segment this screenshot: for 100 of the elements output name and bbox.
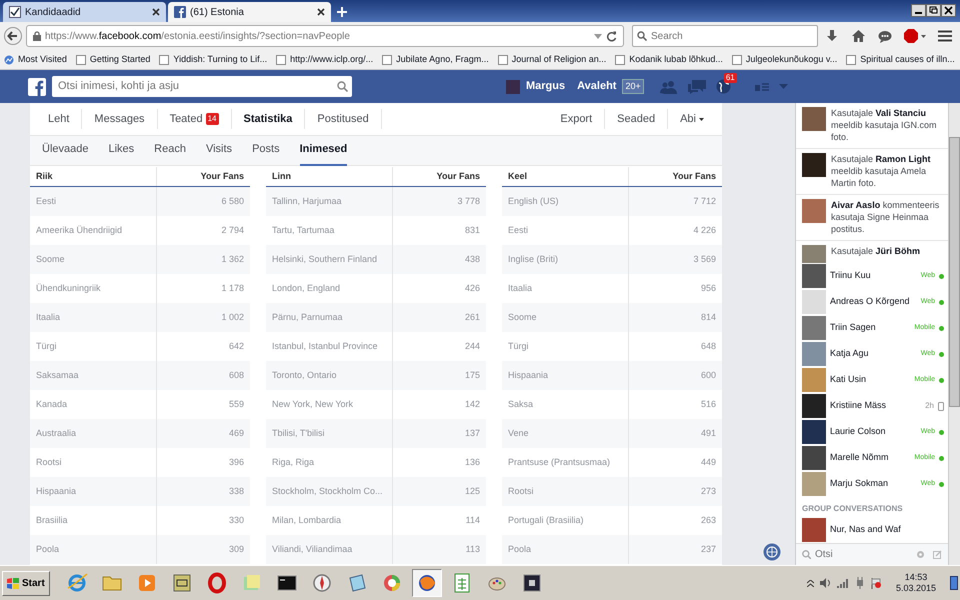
browser-tab[interactable]: (61) Estonia [168,2,331,22]
table-cell: Hispaania [30,477,157,506]
sub-tab[interactable]: Ülevaade [42,136,88,166]
search-input[interactable]: Otsi inimesi, kohti ja asju [58,78,337,95]
chat-bubble-icon[interactable] [878,30,892,42]
status-label: 2h [925,400,934,412]
bookmark-item[interactable]: Yiddish: Turning to Lif... [159,52,268,66]
group-conversation[interactable]: Nur, Nas and Waf [796,517,948,543]
scrollbar-thumb[interactable] [949,137,960,407]
window-icon [520,572,543,594]
sub-tab[interactable]: Reach [154,136,186,166]
column-header[interactable]: Your Fans [157,167,250,186]
chat-search-field[interactable]: Otsi [796,543,948,565]
sub-tab[interactable]: Visits [206,136,232,166]
table-cell: Soome [30,245,157,274]
speaker-icon[interactable] [820,578,831,588]
reload-icon[interactable] [606,30,617,42]
table-cell-text: 608 [228,368,245,382]
activity-text[interactable]: Kasutajale Ramon Light meeldib kasutaja Amela Martin foto. [831,153,944,190]
show-desktop-icon[interactable] [950,576,958,590]
facebook-f-icon[interactable] [28,78,46,96]
photo-placeholder [802,107,826,131]
page-icon [276,54,286,64]
phone-icon [938,402,944,410]
address-field[interactable]: https://www.facebook.com/estonia.eesti/insights/?section=navPeople [26,25,624,47]
page-tab[interactable]: Statistika [232,109,306,129]
page-link[interactable]: Export [548,109,606,129]
menu-icon[interactable] [938,30,952,42]
close-icon[interactable] [152,8,160,16]
search-field[interactable]: Otsi inimesi, kohti ja asju [52,76,352,97]
download-icon[interactable] [825,29,839,43]
table-cell: Helsinki, Southern Finland [266,245,393,274]
taskbar-app[interactable] [412,569,442,597]
chat-contact[interactable]: Kristiine Mäss 2h [796,393,948,419]
search-icon [637,31,647,41]
table-cell: Poola [30,535,157,564]
column-header[interactable]: Keel [502,167,629,186]
bookmark-item[interactable]: Jubilate Agno, Fragm... [382,52,489,66]
close-icon[interactable] [941,4,956,17]
bookmark-item[interactable]: http://www.iclp.org/... [276,52,374,66]
tab-title: Kandidaadid [25,6,82,20]
search-field[interactable]: Search [632,25,818,47]
column-header[interactable]: Riik [30,167,157,186]
bookmark-item[interactable]: Journal of Religion an... [498,52,606,66]
minimize-icon[interactable] [911,4,926,17]
sub-tab[interactable]: Posts [252,136,280,166]
photo-placeholder [802,316,826,340]
photo-placeholder [802,394,826,418]
column-header[interactable]: Your Fans [393,167,486,186]
chat-search-input[interactable]: Otsi [815,547,912,562]
facebook-f-icon [174,6,186,18]
home-icon[interactable] [851,29,866,43]
page-link[interactable]: Seaded [605,109,668,129]
photo-placeholder [506,80,520,94]
photo-placeholder [802,518,826,542]
clock-time: 14:53 [904,572,928,583]
bookmark-item[interactable]: Julgeolekunõukogu v... [732,52,838,66]
page-tab[interactable]: Teated 14 [158,109,232,129]
page-icon [498,54,508,64]
count-badge: 20+ [622,78,644,94]
table-cell-text: 642 [228,340,245,353]
page-tab[interactable]: Messages [82,109,158,129]
globe-button-icon[interactable] [763,543,781,561]
signal-bars-icon[interactable] [836,578,849,588]
back-icon[interactable] [4,27,22,45]
page-tab[interactable]: Leht [36,109,82,129]
column-header[interactable]: Your Fans [629,167,722,186]
table-cell-text: 261 [464,310,481,324]
stop-sign-icon[interactable] [904,29,926,43]
page-tab[interactable]: Postitused [305,109,382,129]
ring-icon [206,572,228,594]
search-input[interactable]: Search [651,28,813,44]
activity-text[interactable]: Kasutajale Jüri Böhm [831,245,920,259]
activity-text[interactable]: Aivar Aaslo kommenteeris kasutaja Signe Heinmaa postitus. [831,199,944,236]
column-header[interactable]: Linn [266,167,393,186]
close-icon[interactable] [317,8,325,16]
browser-tab[interactable]: Kandidaadid [3,2,166,22]
plug-icon[interactable] [854,577,865,589]
menu-button[interactable]: Abi [668,109,716,129]
home-link[interactable]: Avaleht [577,78,616,95]
table-cell: Soome [502,303,629,332]
table-cell-text: 831 [464,224,481,237]
bookmark-item[interactable]: Getting Started [76,52,150,66]
table-cell: Tallinn, Harjumaa [266,187,393,216]
table-cell-text: 7 712 [692,194,717,208]
bookmark-item[interactable]: Most Visited [4,52,67,66]
count-badge: 14 [206,113,218,125]
dropdown-caret-icon[interactable] [594,34,602,38]
start-button[interactable]: Start [2,570,50,596]
bookmark-item[interactable]: Kodanik lubab lõhkud... [615,52,723,66]
profile-link[interactable]: Margus [526,78,566,95]
activity-text[interactable]: Kasutajale Vali Stanciu meeldib kasutaja IGN.com foto. [831,107,944,144]
notification-badge: 61 [724,73,737,83]
sub-tab[interactable]: Likes [108,136,134,166]
sub-tab[interactable]: Inimesed [300,136,348,166]
restore-icon[interactable] [926,4,941,17]
bookmark-item[interactable]: Spiritual causes of illn... [846,52,955,66]
new-tab-icon[interactable] [337,7,347,17]
flag-icon[interactable] [870,578,882,588]
chevron-up-icon[interactable] [806,580,814,586]
